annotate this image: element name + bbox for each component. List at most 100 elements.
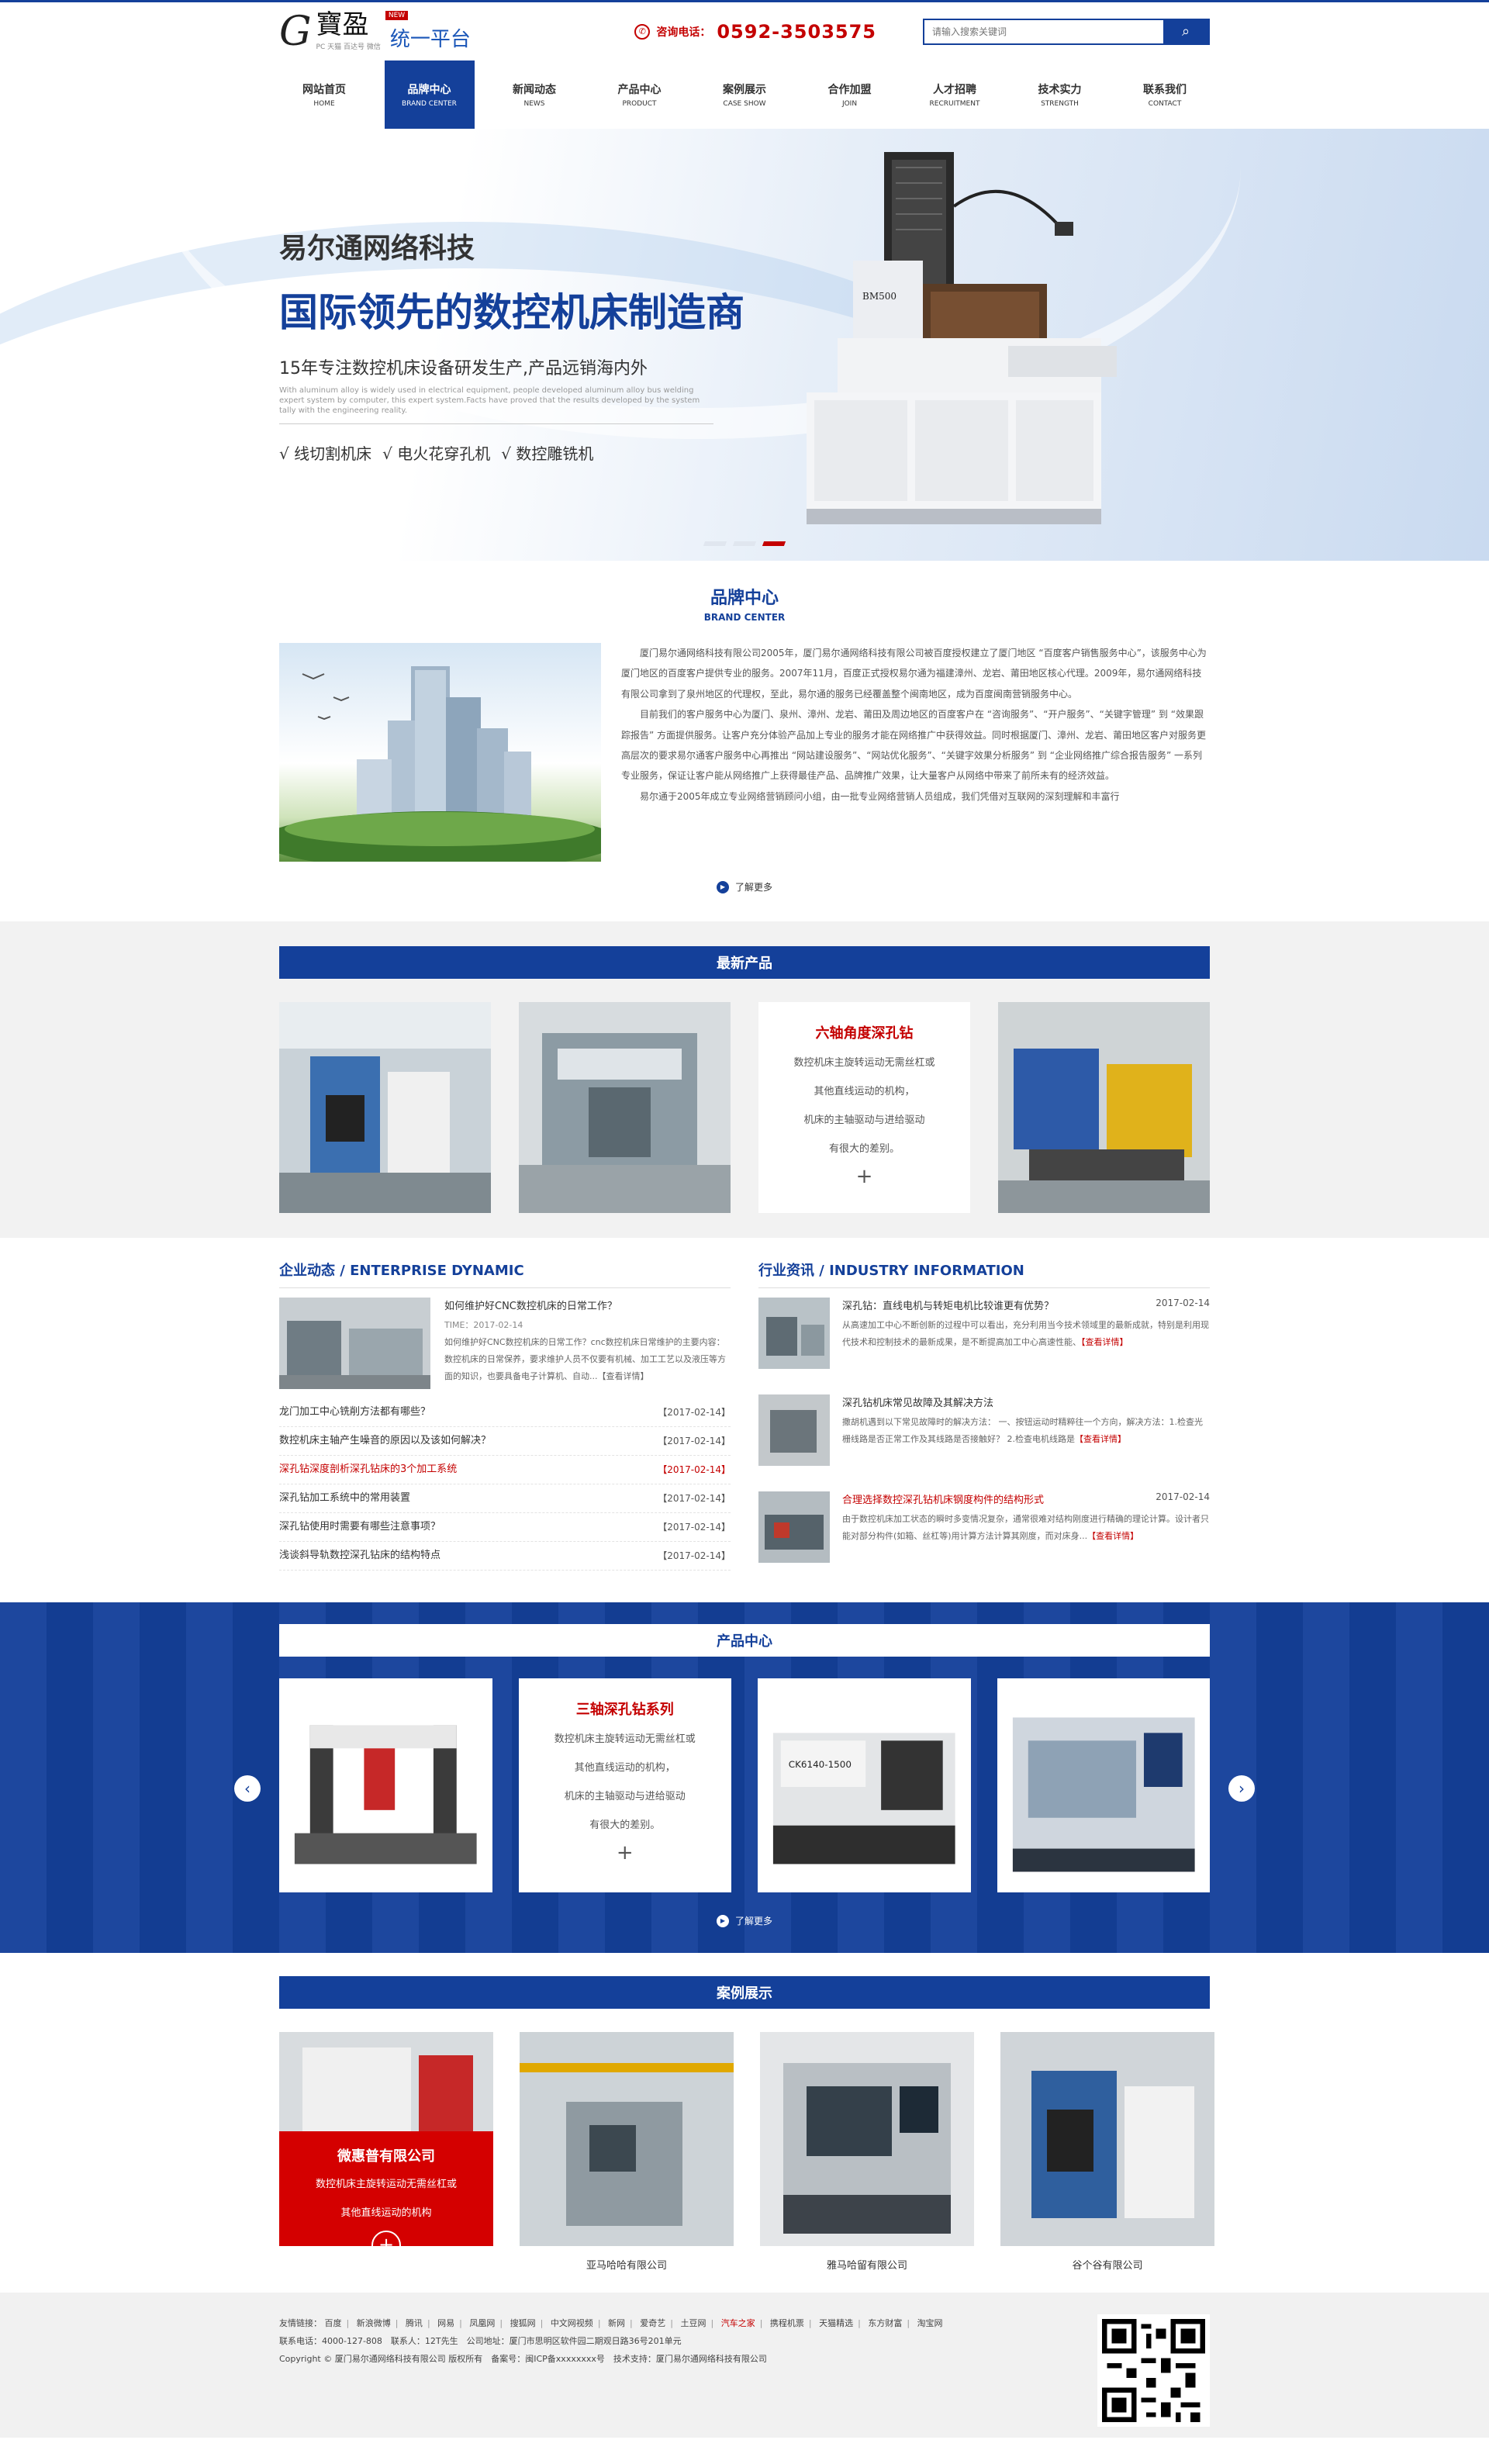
footer-link[interactable]: 搜狐网 (510, 2318, 536, 2328)
footer-copyright: Copyright © 厦门易尔通网络科技有限公司 版权所有 备案号：闽ICP备… (279, 2354, 767, 2365)
product-photo (998, 1002, 1210, 1213)
detail-link[interactable]: 【查看详情】 (1087, 1531, 1138, 1541)
plus-icon[interactable]: + (758, 1165, 970, 1188)
qr-code (1097, 2314, 1210, 2427)
product-card-featured[interactable]: 六轴角度深孔钻 数控机床主旋转运动无需丝杠或 其他直线运动的机构， 机床的主轴驱… (758, 1002, 970, 1213)
case-photo (520, 2032, 734, 2246)
logo[interactable]: G 寶盈 PC 天猫 百达号 微信 NEW 统一平台 (279, 11, 481, 52)
footer-link[interactable]: 网易 (437, 2318, 454, 2328)
banner-company: 易尔通网络科技 (279, 233, 475, 264)
banner-tag: √ 线切割机床 (279, 444, 372, 463)
column-title: 企业动态 / ENTERPRISE DYNAMIC (279, 1260, 731, 1288)
new-badge: NEW (385, 11, 409, 20)
list-item[interactable]: 深孔钻深度剖析深孔钻床的3个加工系统 【2017-02-14】 (279, 1456, 731, 1484)
case-card[interactable]: 亚马哈哈有限公司 (520, 2032, 734, 2272)
plus-icon[interactable]: + (519, 1841, 732, 1864)
banner-dot-active[interactable] (762, 541, 786, 546)
search-input[interactable] (924, 19, 1163, 43)
enterprise-dynamic: 企业动态 / ENTERPRISE DYNAMIC 如何维护好CNC数控机床的日… (279, 1260, 731, 1588)
hero-banner: 易尔通网络科技 国际领先的数控机床制造商 15年专注数控机床设备研发生产,产品远… (0, 129, 1489, 561)
featured-news[interactable]: 如何维护好CNC数控机床的日常工作？ TIME：2017-02-14 如何维护好… (279, 1298, 731, 1389)
brand-more-link[interactable]: ▶ 了解更多 (279, 880, 1210, 893)
case-card[interactable]: 谷个谷有限公司 (1000, 2032, 1214, 2272)
product-card[interactable]: CK6140-1500 (758, 1678, 971, 1892)
brand-paragraph: 易尔通于2005年成立专业网络营销顾问小组，由一批专业网络营销人员组成，我们凭借… (640, 790, 1120, 802)
news-time: TIME：2017-02-14 (444, 1320, 523, 1330)
case-card[interactable]: 雅马哈留有限公司 (760, 2032, 974, 2272)
list-item[interactable]: 深孔钻加工系统中的常用装置 【2017-02-14】 (279, 1484, 731, 1513)
footer-link[interactable]: 中文网视频 (551, 2318, 593, 2328)
list-item[interactable]: 深孔钻使用时需要有哪些注意事项？ 【2017-02-14】 (279, 1513, 731, 1542)
footer-link[interactable]: 百度 (325, 2318, 342, 2328)
footer-link[interactable]: 土豆网 (680, 2318, 706, 2328)
product-card[interactable] (519, 1002, 731, 1213)
logo-text: 寶盈 (316, 9, 369, 40)
chevron-left-icon[interactable]: ‹ (234, 1775, 261, 1802)
product-card[interactable] (998, 1002, 1210, 1213)
product-photo (997, 1678, 1210, 1892)
new-products-section: 最新产品 六轴角度深孔钻 数控机床主旋转运动无需丝杠或 其他直线运动的机构， 机… (0, 921, 1489, 1238)
nav-news[interactable]: 新闻动态 NEWS (489, 60, 579, 129)
footer-link[interactable]: 腾讯 (406, 2318, 423, 2328)
plus-icon[interactable]: + (371, 2231, 401, 2246)
product-more-link[interactable]: ▶ 了解更多 (279, 1914, 1210, 1927)
banner-machine-image: BM500 (807, 152, 1117, 524)
product-title: 六轴角度深孔钻 (815, 1025, 914, 1042)
links-label: 友情链接： (279, 2318, 322, 2328)
search-box: ⌕ (923, 18, 1210, 45)
industry-item[interactable]: 深孔钻机床常见故障及其解决方法 撒胡机遇到以下常见故障时的解决方法： 一、按钮运… (758, 1394, 1210, 1491)
case-card-featured[interactable]: 微惠普有限公司 数控机床主旋转运动无需丝杠或 其他直线运动的机构 + (279, 2032, 493, 2272)
section-title: 案例展示 (279, 1976, 1210, 2009)
section-subtitle: BRAND CENTER (703, 612, 786, 623)
list-item[interactable]: 龙门加工中心铣削方法都有哪些？ 【2017-02-14】 (279, 1398, 731, 1427)
nav-contact[interactable]: 联系我们 CONTACT (1120, 60, 1210, 129)
news-title: 深孔钻：直线电机与转矩电机比较谁更有优势？ (842, 1301, 1055, 1312)
industry-item[interactable]: 深孔钻：直线电机与转矩电机比较谁更有优势？ 2017-02-14 从高速加工中心不… (758, 1298, 1210, 1394)
footer-link[interactable]: 淘宝网 (917, 2318, 943, 2328)
section-title: 产品中心 (279, 1624, 1210, 1657)
product-card[interactable] (279, 1678, 492, 1892)
banner-subtitle: 15年专注数控机床设备研发生产,产品远销海内外 (279, 359, 648, 378)
footer-link[interactable]: 新网 (608, 2318, 625, 2328)
detail-link[interactable]: 【查看详情】 (1081, 1337, 1128, 1347)
footer-link[interactable]: 新浪微博 (357, 2318, 391, 2328)
header: G 寶盈 PC 天猫 百达号 微信 NEW 统一平台 ✆ 咨询电话： 0592-… (279, 2, 1210, 60)
news-title: 合理选择数控深孔钻机床钢度构件的结构形式 (842, 1495, 1045, 1506)
nav-brand-center[interactable]: 品牌中心 BRAND CENTER (384, 60, 475, 129)
product-photo (279, 1678, 492, 1892)
case-caption: 谷个谷有限公司 (1072, 2260, 1143, 2272)
machine-label: BM500 (862, 291, 897, 302)
footer-link[interactable]: 凤凰网 (469, 2318, 495, 2328)
logo-mark: G (279, 8, 312, 55)
product-card[interactable] (997, 1678, 1210, 1892)
nav-case-show[interactable]: 案例展示 CASE SHOW (700, 60, 789, 129)
footer-link[interactable]: 天猫精选 (819, 2318, 853, 2328)
nav-strength[interactable]: 技术实力 STRENGTH (1015, 60, 1105, 129)
footer-link[interactable]: 携程机票 (770, 2318, 804, 2328)
banner-pagination (703, 541, 786, 546)
search-button[interactable]: ⌕ (1163, 19, 1208, 43)
product-card[interactable] (279, 1002, 491, 1213)
list-item[interactable]: 浅谈斜导轨数控深孔钻床的结构特点 【2017-02-14】 (279, 1542, 731, 1571)
footer-link[interactable]: 爱奇艺 (640, 2318, 665, 2328)
search-icon: ⌕ (1181, 23, 1190, 39)
nav-product[interactable]: 产品中心 PRODUCT (595, 60, 685, 129)
arrow-right-icon: ▶ (716, 1914, 729, 1927)
product-card-featured[interactable]: 三轴深孔钻系列 数控机床主旋转运动无需丝杠或 其他直线运动的机构， 机床的主轴驱… (518, 1678, 732, 1892)
chevron-right-icon[interactable]: › (1228, 1775, 1255, 1802)
footer-link[interactable]: 汽车之家 (721, 2318, 755, 2328)
footer-link[interactable]: 东方财富 (868, 2318, 902, 2328)
brand-building-image (279, 643, 601, 862)
nav-home[interactable]: 网站首页 HOME (279, 60, 369, 129)
list-item[interactable]: 数控机床主轴产生噪音的原因以及该如何解决？ 【2017-02-14】 (279, 1427, 731, 1456)
hotline-label: 咨询电话： (656, 26, 711, 39)
banner-dot[interactable] (703, 541, 727, 546)
logo-platform: 统一平台 (389, 28, 471, 51)
nav-recruitment[interactable]: 人才招聘 RECRUITMENT (910, 60, 1000, 129)
friend-links: 友情链接： 百度 | 新浪微博 | 腾讯 | 网易 | 凤凰网 | 搜狐网 | 中文网视频 |… (279, 2318, 943, 2328)
hotline: ✆ 咨询电话： 0592-3503575 (634, 21, 876, 43)
detail-link[interactable]: 【查看详情】 (1075, 1434, 1126, 1444)
banner-dot[interactable] (732, 541, 757, 546)
nav-join[interactable]: 合作加盟 JOIN (805, 60, 895, 129)
industry-item[interactable]: 合理选择数控深孔钻机床钢度构件的结构形式 2017-02-14 由于数控机床加工状… (758, 1491, 1210, 1588)
